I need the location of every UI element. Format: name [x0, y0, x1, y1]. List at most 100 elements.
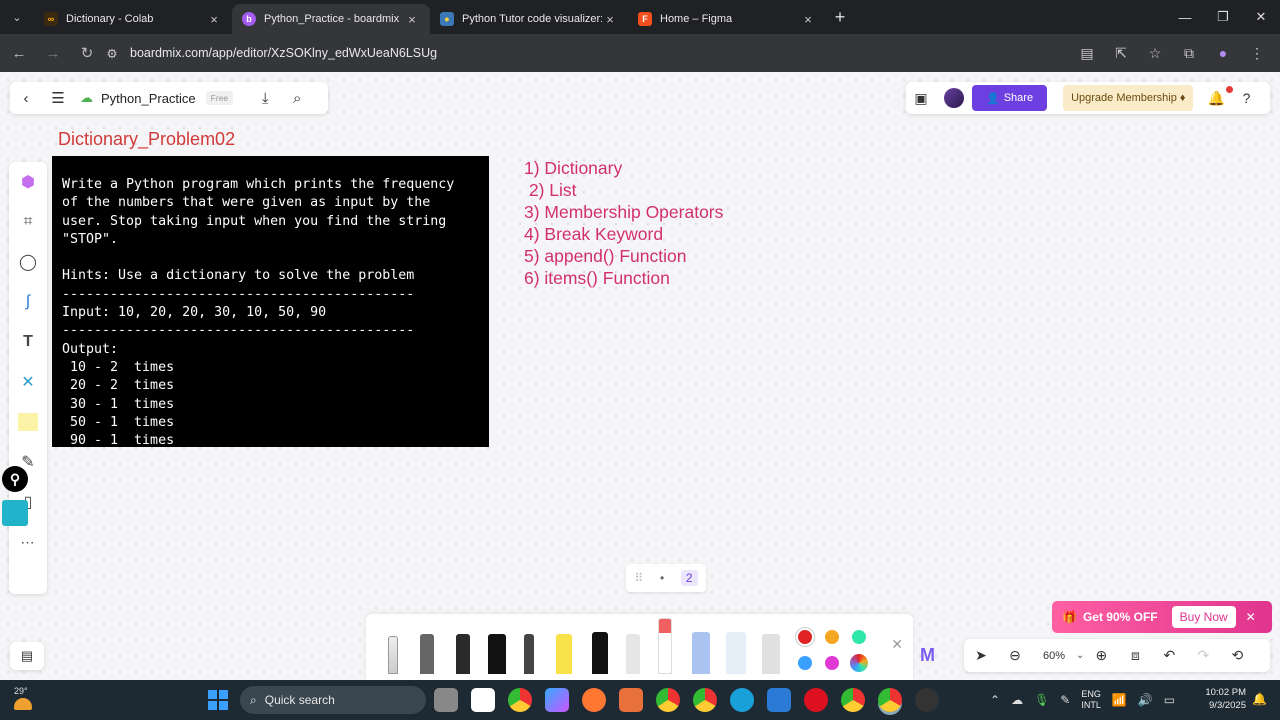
drag-handle-icon[interactable]: ⠿ [634, 571, 643, 585]
fountain-pen-icon[interactable] [420, 634, 434, 674]
brush-icon[interactable] [524, 634, 534, 674]
close-tray-icon[interactable]: ✕ [891, 636, 903, 653]
more-tools-icon[interactable]: ⋯ [9, 522, 47, 562]
hamburger-menu-icon[interactable]: ☰ [42, 82, 74, 114]
tab-boardmix[interactable]: b Python_Practice - boardmix × [232, 4, 430, 34]
notification-center-icon[interactable]: 🔔 [1252, 692, 1267, 706]
history-icon[interactable]: ⟲ [1220, 639, 1254, 672]
tab-colab[interactable]: ∞ Dictionary - Colab × [34, 4, 232, 34]
onedrive-icon[interactable]: ☁ [1011, 693, 1023, 707]
undo-icon[interactable]: ↶ [1152, 639, 1186, 672]
color-swatch-green[interactable] [852, 630, 866, 644]
templates-icon[interactable]: ⬢ [9, 162, 47, 202]
highlighter-icon[interactable] [556, 634, 572, 674]
zoom-out-icon[interactable]: ⊖ [998, 639, 1032, 672]
new-tab-button[interactable]: + [826, 7, 854, 28]
shape-tool-icon[interactable]: ◯ [9, 242, 47, 282]
wifi-icon[interactable]: 📶 [1112, 693, 1127, 707]
firefox-icon[interactable] [582, 688, 606, 712]
microphone-icon[interactable]: 🎙 [1034, 693, 1049, 707]
ai-assistant-icon[interactable]: M [920, 645, 935, 666]
taskbar-search[interactable]: ⌕ Quick search [240, 686, 426, 714]
download-icon[interactable]: ⤓ [249, 82, 281, 114]
browser-menu-icon[interactable]: ⋮ [1242, 38, 1272, 68]
weather-widget[interactable]: 29° [14, 686, 32, 710]
vscode-icon[interactable] [767, 688, 791, 712]
problem-code-block[interactable]: Write a Python program which prints the … [52, 156, 489, 447]
language-indicator[interactable]: ENG INTL [1081, 689, 1101, 711]
share-button[interactable]: 👤 Share [972, 85, 1048, 111]
ink-pen-icon[interactable] [592, 632, 608, 674]
laser-pointer-icon[interactable] [658, 618, 672, 674]
cast-icon[interactable]: ⇱ [1106, 38, 1136, 68]
redo-icon[interactable]: ↷ [1186, 639, 1220, 672]
opera-icon[interactable] [804, 688, 828, 712]
tab-python-tutor[interactable]: ● Python Tutor code visualizer: Vi × [430, 4, 628, 34]
tab-figma[interactable]: F Home – Figma × [628, 4, 826, 34]
board-title[interactable]: Python_Practice [101, 91, 196, 106]
obs-icon[interactable] [915, 688, 939, 712]
copilot-icon[interactable] [545, 688, 569, 712]
text-tool-icon[interactable]: T [9, 322, 47, 362]
upgrade-membership-button[interactable]: Upgrade Membership ♦ [1063, 85, 1194, 111]
bookmark-star-icon[interactable]: ☆ [1140, 38, 1170, 68]
file-explorer-icon[interactable] [434, 688, 458, 712]
lasso-icon[interactable] [762, 634, 780, 674]
tab-search-dropdown[interactable]: ⌄ [0, 0, 34, 34]
dot-size-icon[interactable]: • [660, 571, 664, 585]
back-arrow-icon[interactable]: ‹ [10, 82, 42, 114]
volume-icon[interactable]: 🔊 [1138, 693, 1153, 707]
extensions-icon[interactable]: ⧉ [1174, 38, 1204, 68]
close-tab-icon[interactable]: × [206, 12, 222, 27]
map-icon[interactable]: ⧈ [1118, 639, 1152, 672]
edge-icon[interactable] [730, 688, 754, 712]
help-icon[interactable]: ? [1231, 83, 1261, 113]
reload-icon[interactable]: ↻ [72, 38, 102, 68]
color-swatch-magenta[interactable] [825, 656, 839, 670]
color-swatch-orange[interactable] [825, 630, 839, 644]
frame-title[interactable]: Dictionary_Problem02 [58, 129, 235, 150]
search-icon[interactable]: ⌕ [281, 82, 313, 114]
ruler-icon[interactable] [726, 632, 746, 674]
stroke-size-icon[interactable]: 2 [680, 570, 698, 586]
eraser-icon[interactable] [692, 632, 710, 674]
minimap-icon[interactable]: ▤ [10, 642, 44, 670]
site-info-icon[interactable]: ⚙ [100, 46, 124, 61]
url-field[interactable]: ⚙ boardmix.com/app/editor/XzSOKlny_edWxU… [100, 39, 1060, 67]
close-tab-icon[interactable]: × [404, 12, 420, 27]
chrome-icon[interactable] [878, 688, 902, 712]
select-cursor-icon[interactable]: ➤ [964, 639, 998, 672]
color-swatch-red[interactable] [798, 630, 812, 644]
chevron-up-icon[interactable]: ⌃ [990, 693, 1000, 707]
back-icon[interactable]: ← [4, 38, 34, 68]
close-promo-icon[interactable]: ✕ [1246, 610, 1256, 624]
fine-pen-icon[interactable] [388, 636, 398, 674]
reading-mode-icon[interactable]: ▤ [1072, 38, 1102, 68]
forward-icon[interactable]: → [38, 38, 68, 68]
zoom-dropdown-icon[interactable]: ⌄ [1076, 650, 1084, 661]
clock[interactable]: 10:02 PM 9/3/2025 [1196, 686, 1246, 712]
maximize-icon[interactable]: ❐ [1204, 0, 1242, 34]
pen-icon[interactable]: ✎ [1060, 693, 1070, 707]
connector-tool-icon[interactable]: ∫ [9, 282, 47, 322]
chrome-icon[interactable] [656, 688, 680, 712]
minimize-icon[interactable]: — [1166, 0, 1204, 34]
chrome-icon[interactable] [693, 688, 717, 712]
color-swatch-blue[interactable] [798, 656, 812, 670]
battery-icon[interactable]: ▭ [1164, 693, 1175, 707]
capcut-icon[interactable] [471, 688, 495, 712]
color-picker-icon[interactable] [850, 654, 868, 672]
close-tab-icon[interactable]: × [602, 12, 618, 27]
profile-avatar-icon[interactable]: ● [1208, 38, 1238, 68]
whiteboard-canvas[interactable]: ‹ ☰ ☁ Python_Practice Free ⤓ ⌕ ▣ 👤 Share… [0, 72, 1280, 680]
crayon-icon[interactable] [626, 634, 640, 674]
close-window-icon[interactable]: ✕ [1242, 0, 1280, 34]
avatar[interactable] [944, 88, 964, 108]
chrome-icon[interactable] [508, 688, 532, 712]
app-icon[interactable] [619, 688, 643, 712]
present-icon[interactable]: ▣ [906, 83, 936, 113]
chrome-icon[interactable] [841, 688, 865, 712]
marker-icon[interactable] [488, 634, 506, 674]
zoom-in-icon[interactable]: ⊕ [1084, 639, 1118, 672]
sticky-note-icon[interactable] [9, 402, 47, 442]
